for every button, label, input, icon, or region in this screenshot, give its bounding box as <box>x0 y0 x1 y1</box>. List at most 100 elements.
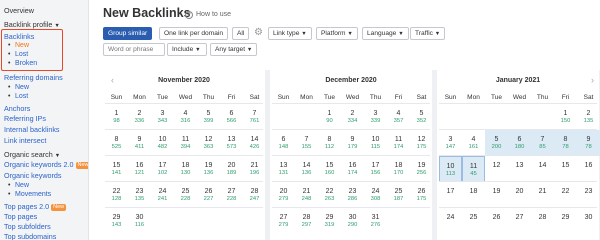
calendar-day[interactable]: 20 <box>508 182 531 208</box>
sidebar-item-referring-domains-lost[interactable]: Lost <box>15 92 28 101</box>
calendar-day[interactable]: 23 <box>577 182 600 208</box>
calendar-day[interactable]: 31 276 <box>364 208 387 234</box>
language-dropdown[interactable]: Language ▼ <box>362 27 409 40</box>
how-to-use-link[interactable]: How to use <box>196 11 231 18</box>
calendar-day[interactable]: 2 135 <box>577 104 600 130</box>
calendar-day[interactable]: 2 334 <box>341 104 364 130</box>
calendar-day[interactable]: 4 316 <box>174 104 197 130</box>
calendar-day[interactable]: 20 279 <box>272 182 295 208</box>
calendar-day[interactable]: 8 525 <box>105 130 128 156</box>
sidebar-item-organic-keywords-movements[interactable]: Movements <box>15 190 51 199</box>
calendar-day[interactable]: 3 339 <box>364 104 387 130</box>
gear-icon[interactable]: ⚙ <box>254 28 264 38</box>
any-target-dropdown[interactable]: Any target ▼ <box>210 43 258 56</box>
calendar-day[interactable]: 5 352 <box>410 104 433 130</box>
calendar-day[interactable]: 4 357 <box>387 104 410 130</box>
sidebar-item-referring-domains-new[interactable]: New <box>15 83 29 92</box>
calendar-day[interactable]: 27 228 <box>220 182 243 208</box>
calendar-day[interactable]: 17 <box>439 182 462 208</box>
calendar-day[interactable]: 18 <box>462 182 485 208</box>
calendar-day[interactable]: 24 308 <box>364 182 387 208</box>
sidebar-item-organic-keywords-new[interactable]: New <box>15 181 29 190</box>
link-type-dropdown[interactable]: Link type ▼ <box>268 27 312 40</box>
calendar-day[interactable]: 10 115 <box>364 130 387 156</box>
calendar-day[interactable]: 8 78 <box>554 130 577 156</box>
sidebar-item-top-subfolders[interactable]: Top subfolders <box>4 222 51 231</box>
calendar-day[interactable]: 21 248 <box>295 182 318 208</box>
calendar-day[interactable]: 19 136 <box>197 156 220 182</box>
calendar-day[interactable]: 25 <box>462 208 485 234</box>
calendar-day[interactable]: 18 130 <box>174 156 197 182</box>
calendar-day[interactable]: 30 116 <box>128 208 151 234</box>
calendar-day[interactable]: 29 <box>554 208 577 234</box>
sidebar-item-internal-backlinks[interactable]: Internal backlinks <box>4 125 60 134</box>
search-input[interactable] <box>103 43 165 56</box>
calendar-day[interactable]: 28 247 <box>243 182 266 208</box>
calendar-day[interactable]: 25 187 <box>387 182 410 208</box>
calendar-day[interactable]: 9 78 <box>577 130 600 156</box>
calendar-day[interactable]: 1 98 <box>105 104 128 130</box>
calendar-day[interactable]: 27 <box>508 208 531 234</box>
calendar-day[interactable]: 13 131 <box>272 156 295 182</box>
calendar-day[interactable]: 7 85 <box>531 130 554 156</box>
calendar-day[interactable]: 28 <box>531 208 554 234</box>
all-button[interactable]: All <box>232 27 250 40</box>
calendar-day[interactable]: 14 <box>531 156 554 182</box>
calendar-day[interactable]: 10 482 <box>151 130 174 156</box>
one-link-per-domain-button[interactable]: One link per domain <box>159 27 229 40</box>
include-dropdown[interactable]: Include ▼ <box>167 43 207 56</box>
calendar-day[interactable]: 20 189 <box>220 156 243 182</box>
calendar-day[interactable]: 3 147 <box>439 130 462 156</box>
info-icon[interactable]: ? <box>185 11 193 19</box>
calendar-day[interactable]: 21 <box>531 182 554 208</box>
calendar-day[interactable]: 24 241 <box>151 182 174 208</box>
sidebar-item-organic-keywords-2[interactable]: Organic keywords 2.0 New <box>4 160 88 169</box>
calendar-day[interactable]: 15 141 <box>105 156 128 182</box>
calendar-day[interactable]: 30 <box>577 208 600 234</box>
sidebar-item-top-pages-2[interactable]: Top pages 2.0 New <box>4 202 67 211</box>
calendar-day[interactable]: 27 279 <box>272 208 295 234</box>
calendar-day[interactable]: 8 112 <box>318 130 341 156</box>
calendar-day[interactable]: 11 394 <box>174 130 197 156</box>
calendar-day[interactable]: 13 <box>508 156 531 182</box>
calendar-day[interactable]: 15 <box>554 156 577 182</box>
calendar-day[interactable]: 21 196 <box>243 156 266 182</box>
calendar-day[interactable]: 15 160 <box>318 156 341 182</box>
calendar-day[interactable]: 12 <box>485 156 508 182</box>
calendar-day[interactable]: 16 <box>577 156 600 182</box>
calendar-day[interactable]: 17 156 <box>364 156 387 182</box>
calendar-day[interactable]: 26 <box>485 208 508 234</box>
calendar-day[interactable]: 26 175 <box>410 182 433 208</box>
calendar-day[interactable]: 5 200 <box>485 130 508 156</box>
calendar-day[interactable]: 6 180 <box>508 130 531 156</box>
calendar-day[interactable]: 22 128 <box>105 182 128 208</box>
calendar-day[interactable]: 24 <box>439 208 462 234</box>
calendar-day[interactable]: 5 399 <box>197 104 220 130</box>
platform-dropdown[interactable]: Platform ▼ <box>316 27 358 40</box>
calendar-day[interactable]: 12 175 <box>410 130 433 156</box>
calendar-day[interactable]: 23 135 <box>128 182 151 208</box>
calendar-day[interactable]: 29 143 <box>105 208 128 234</box>
calendar-day[interactable]: 14 136 <box>295 156 318 182</box>
calendar-day[interactable]: 7 761 <box>243 104 266 130</box>
calendar-day[interactable]: 2 336 <box>128 104 151 130</box>
sidebar-item-organic-keywords[interactable]: Organic keywords <box>4 171 62 180</box>
calendar-day[interactable]: 3 343 <box>151 104 174 130</box>
calendar-day[interactable]: 11 45 <box>462 156 485 182</box>
group-similar-button[interactable]: Group similar <box>103 27 153 40</box>
sidebar-item-referring-domains[interactable]: Referring domains <box>4 73 63 82</box>
calendar-day[interactable]: 28 297 <box>295 208 318 234</box>
calendar-day[interactable]: 1 90 <box>318 104 341 130</box>
traffic-dropdown[interactable]: Traffic ▼ <box>410 27 446 40</box>
calendar-day[interactable]: 9 179 <box>341 130 364 156</box>
sidebar-item-overview[interactable]: Overview <box>4 6 34 15</box>
calendar-day[interactable]: 30 290 <box>341 208 364 234</box>
calendar-day[interactable]: 13 573 <box>220 130 243 156</box>
sidebar-item-top-subdomains[interactable]: Top subdomains <box>4 232 56 240</box>
sidebar-item-link-intersect[interactable]: Link intersect <box>4 136 46 145</box>
calendar-day[interactable]: 22 263 <box>318 182 341 208</box>
calendar-day[interactable]: 19 <box>485 182 508 208</box>
sidebar-item-referring-ips[interactable]: Referring IPs <box>4 114 46 123</box>
calendar-day[interactable]: 4 161 <box>462 130 485 156</box>
calendar-day[interactable]: 12 363 <box>197 130 220 156</box>
